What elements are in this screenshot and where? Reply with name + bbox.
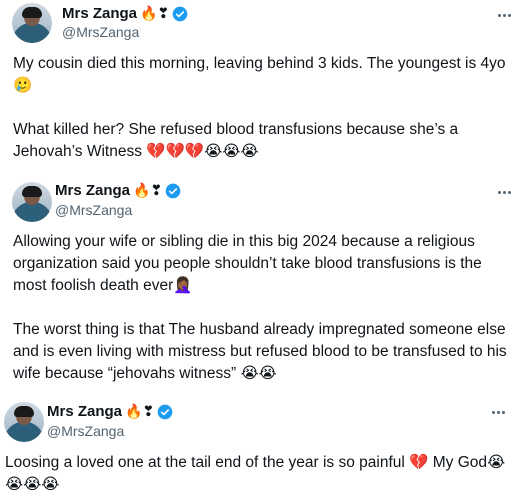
name-emojis: 🔥❣ (125, 404, 155, 420)
name-emojis: 🔥❣ (140, 6, 170, 22)
tweet-text: My cousin died this morning, leaving beh… (13, 53, 506, 163)
verified-badge-icon (172, 6, 188, 22)
author-handle[interactable]: @MrsZanga (62, 23, 139, 41)
text-line: most foolish death ever🤦🏾‍♀️ (13, 277, 193, 294)
text-line: and is even living with mistress but ref… (13, 343, 507, 360)
text-line: My cousin died this morning, leaving beh… (13, 55, 506, 72)
tweet[interactable]: Mrs Zanga 🔥❣ @MrsZanga My cousin died th… (0, 0, 524, 170)
text-line: wife because “jehovahs witness” 😭😭 (13, 365, 277, 382)
tweet-text: Allowing your wife or sibling die in thi… (13, 231, 507, 385)
text-line: The worst thing is that The husband alre… (13, 321, 506, 338)
text-line: 🥲 (13, 77, 33, 94)
text-line (13, 297, 507, 319)
text-line: What killed her? She refused blood trans… (13, 121, 459, 138)
avatar[interactable] (12, 182, 52, 222)
tweet[interactable]: Mrs Zanga 🔥❣ @MrsZanga Loosing a loved o… (0, 395, 524, 500)
author-name-row[interactable]: Mrs Zanga 🔥❣ (47, 403, 173, 421)
tweet-text: Loosing a loved one at the tail end of t… (5, 452, 505, 496)
author-name[interactable]: Mrs Zanga (55, 182, 130, 200)
author-name-row[interactable]: Mrs Zanga 🔥❣ (62, 5, 188, 23)
verified-badge-icon (165, 183, 181, 199)
avatar[interactable] (4, 402, 44, 442)
author-name-row[interactable]: Mrs Zanga 🔥❣ (55, 182, 181, 200)
more-options-icon[interactable] (488, 405, 508, 419)
tweet[interactable]: Mrs Zanga 🔥❣ @MrsZanga Allowing your wif… (0, 175, 524, 390)
text-line: 😭😭😭 (5, 476, 60, 493)
text-line: organization said you people shouldn’t t… (13, 255, 482, 272)
text-line: Allowing your wife or sibling die in thi… (13, 233, 475, 250)
author-handle[interactable]: @MrsZanga (47, 422, 124, 440)
author-name[interactable]: Mrs Zanga (47, 403, 122, 421)
text-line: Jehovah’s Witness 💔💔💔😭😭😭 (13, 143, 259, 160)
author-name[interactable]: Mrs Zanga (62, 5, 137, 23)
more-options-icon[interactable] (494, 8, 514, 22)
more-options-icon[interactable] (494, 185, 514, 199)
author-handle[interactable]: @MrsZanga (55, 201, 132, 219)
avatar[interactable] (12, 3, 52, 43)
verified-badge-icon (157, 404, 173, 420)
name-emojis: 🔥❣ (133, 183, 163, 199)
text-line (13, 97, 506, 119)
text-line: Loosing a loved one at the tail end of t… (5, 454, 506, 471)
